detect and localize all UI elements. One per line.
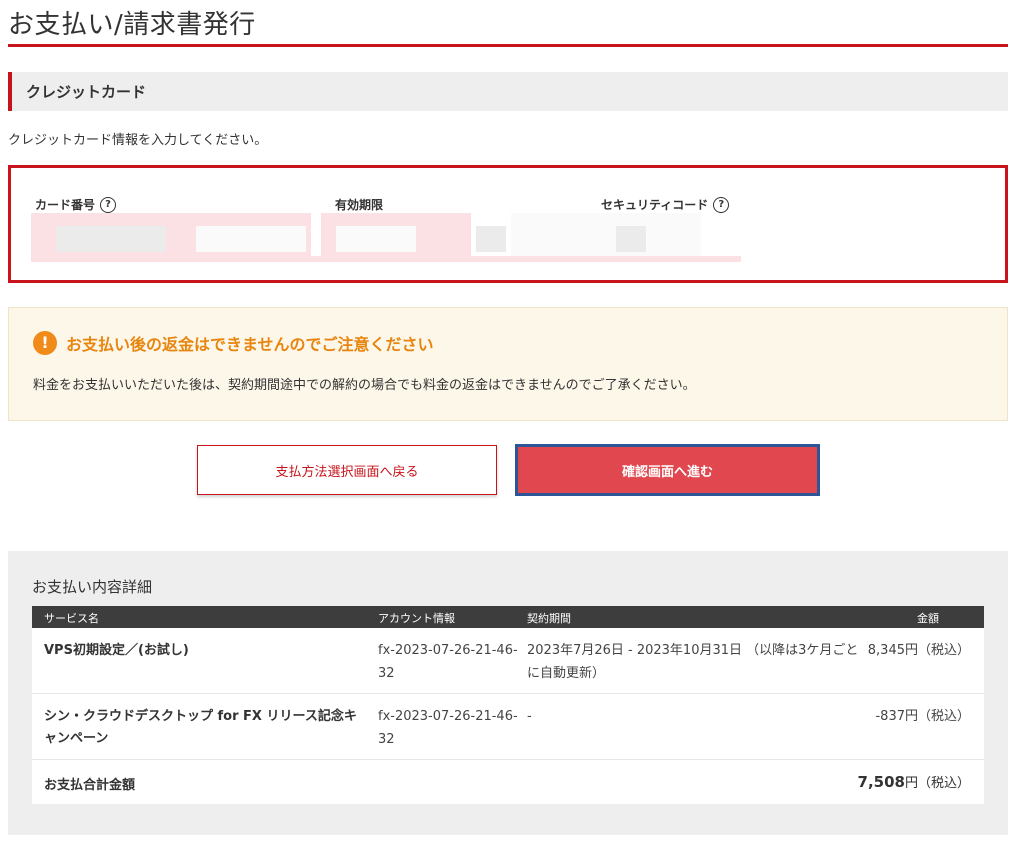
total-row: お支払合計金額 7,508円（税込） (32, 760, 984, 804)
column-service: サービス名 (44, 612, 99, 625)
table-row: シン・クラウドデスクトップ for FX リリース記念キャンペーン fx-202… (32, 694, 984, 760)
security-code-label: セキュリティコード ? (601, 196, 730, 213)
refund-notice: ! お支払い後の返金はできませんのでご注意ください 料金をお支払いいただいた後は… (8, 307, 1008, 421)
exclamation-circle-icon: ! (33, 331, 57, 355)
card-number-label-text: カード番号 (35, 198, 96, 212)
payment-details-title: お支払い内容詳細 (32, 578, 153, 596)
total-label: お支払合計金額 (44, 778, 136, 793)
payment-details-table: サービス名 アカウント情報 契約期間 金額 VPS初期設定／(お試し) fx-2… (32, 606, 984, 804)
account-info: fx-2023-07-26-21-46-32 (378, 709, 518, 747)
notice-title: お支払い後の返金はできませんのでご注意ください (66, 335, 434, 354)
column-account: アカウント情報 (378, 612, 455, 625)
proceed-to-confirmation-button[interactable]: 確認画面へ進む (515, 444, 820, 496)
total-amount: 7,508円（税込） (858, 772, 970, 791)
amount: 8,345円（税込） (867, 643, 970, 658)
input-underline (31, 256, 741, 262)
table-header: サービス名 アカウント情報 契約期間 金額 (32, 606, 984, 628)
back-to-payment-method-button[interactable]: 支払方法選択画面へ戻る (197, 445, 497, 495)
contract-period: 2023年7月26日 - 2023年10月31日 （以降は3ケ月ごとに自動更新） (527, 643, 859, 681)
amount: -837円（税込） (875, 709, 970, 724)
card-input-form: カード番号 ? 有効期限 セキュリティコード ? (8, 165, 1008, 283)
total-value: 7,508 (857, 773, 905, 791)
security-code-label-text: セキュリティコード (601, 198, 709, 212)
card-number-label: カード番号 ? (35, 196, 117, 213)
notice-header: ! お支払い後の返金はできませんのでご注意ください (33, 331, 434, 355)
credit-card-intro: クレジットカード情報を入力してください。 (8, 133, 268, 148)
title-divider (8, 44, 1008, 47)
security-code-help-icon[interactable]: ? (713, 196, 730, 213)
contract-period: - (527, 709, 532, 724)
notice-body: 料金をお支払いいただいた後は、契約期間途中での解約の場合でも料金の返金はできませ… (33, 378, 696, 393)
total-suffix: 円（税込） (904, 776, 970, 791)
account-info: fx-2023-07-26-21-46-32 (378, 643, 518, 681)
expiry-label: 有効期限 (335, 196, 383, 213)
service-name: シン・クラウドデスクトップ for FX リリース記念キャンペーン (44, 709, 357, 746)
table-row: VPS初期設定／(お試し) fx-2023-07-26-21-46-32 202… (32, 628, 984, 694)
service-name: VPS初期設定／(お試し) (44, 643, 189, 658)
expiry-label-text: 有効期限 (335, 198, 384, 212)
column-amount: 金額 (917, 612, 939, 625)
credit-card-section-header: クレジットカード (8, 72, 1008, 111)
page-title: お支払い/請求書発行 (8, 10, 256, 40)
column-period: 契約期間 (527, 612, 571, 625)
payment-details-section: お支払い内容詳細 サービス名 アカウント情報 契約期間 金額 VPS初期設定／(… (8, 551, 1008, 835)
credit-card-heading: クレジットカード (26, 83, 147, 101)
card-number-help-icon[interactable]: ? (100, 196, 117, 213)
